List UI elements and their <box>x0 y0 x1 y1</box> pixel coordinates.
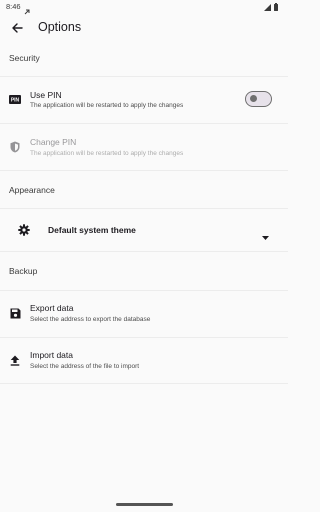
section-header-appearance: Appearance <box>9 185 55 195</box>
section-header-backup: Backup <box>9 266 38 276</box>
save-icon <box>9 307 21 319</box>
upload-icon <box>9 354 21 366</box>
shield-icon <box>9 141 21 153</box>
import-data-subtitle: Select the address of the file to import <box>30 363 140 370</box>
status-bar: 8:46 <box>0 0 288 15</box>
page-title: Options <box>38 20 82 34</box>
pin-icon: PIN <box>9 93 21 105</box>
divider <box>0 290 288 291</box>
use-pin-title: Use PIN <box>30 90 62 100</box>
app-bar: Options <box>0 14 288 42</box>
section-header-security: Security <box>9 53 40 63</box>
battery-icon <box>274 3 278 11</box>
arrow-back-icon <box>12 23 23 33</box>
home-indicator[interactable] <box>116 503 173 506</box>
divider <box>0 383 288 384</box>
status-right-icons <box>264 3 278 11</box>
change-pin-title: Change PIN <box>30 137 77 147</box>
signal-icon <box>264 3 271 11</box>
switch-knob <box>250 95 257 102</box>
use-pin-subtitle: The application will be restarted to app… <box>30 102 184 109</box>
divider <box>0 76 288 77</box>
divider <box>0 337 288 338</box>
change-pin-subtitle: The application will be restarted to app… <box>30 150 184 157</box>
status-time: 8:46 <box>6 2 21 11</box>
use-pin-switch[interactable] <box>245 91 272 107</box>
import-data-title: Import data <box>30 350 73 360</box>
back-button[interactable] <box>8 19 26 37</box>
svg-text:PIN: PIN <box>11 97 20 103</box>
export-data-subtitle: Select the address to export the databas… <box>30 316 151 323</box>
theme-selected-value: Default system theme <box>48 225 136 235</box>
divider <box>0 208 288 209</box>
gear-icon <box>17 223 31 237</box>
divider <box>0 123 288 124</box>
divider <box>0 170 288 171</box>
dropdown-arrow-icon <box>262 227 269 245</box>
divider <box>0 251 288 252</box>
export-data-title: Export data <box>30 303 74 313</box>
